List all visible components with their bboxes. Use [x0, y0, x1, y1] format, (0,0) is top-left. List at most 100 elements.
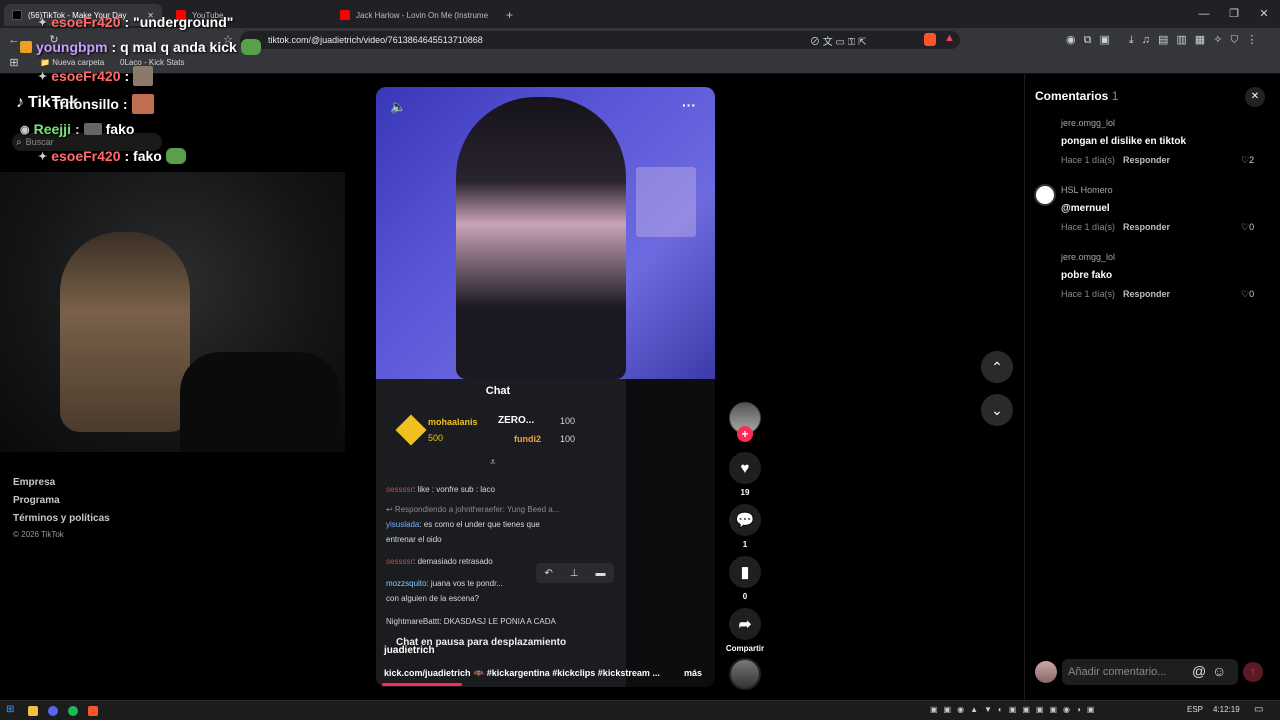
footer-link-programa[interactable]: Programa — [13, 495, 60, 506]
nt-emote-icon — [83, 123, 102, 135]
streamer-webcam — [0, 172, 345, 452]
comments-title: Comentarios 1 — [1035, 89, 1118, 103]
spotify-icon[interactable] — [68, 706, 78, 716]
extensions-toolbar[interactable]: ◉⧉▣ ⤓♫▤▥▦✧⛉⋮ — [1066, 33, 1265, 47]
footer-link-terminos[interactable]: Términos y políticas — [13, 513, 110, 524]
apps-grid-icon[interactable]: ⊞ — [6, 55, 22, 71]
kick-chat-message: sessssr: like : vonfre sub : laco — [386, 485, 495, 494]
comment-like-button[interactable]: ♡0 — [1241, 289, 1254, 300]
start-icon[interactable]: ⊞ — [6, 704, 14, 715]
comment-text: pobre fako — [1061, 270, 1113, 281]
embedded-kick-chat-area: Chat mohaalanis 500 ZERO... 100 fundi2 1… — [376, 379, 715, 687]
address-bar[interactable]: tiktok.com/@juadietrich/video/7613864645… — [240, 31, 960, 49]
file-explorer-icon[interactable] — [28, 706, 38, 716]
tiktok-favicon-icon — [12, 10, 22, 20]
avatar — [1035, 661, 1057, 683]
progress-bar-fill[interactable] — [382, 683, 462, 686]
mod-icon: ✦ — [38, 16, 48, 29]
music-disc-icon — [729, 658, 761, 690]
share-label: Compartir — [725, 644, 765, 653]
like-button[interactable]: ♥ 19 — [729, 452, 761, 497]
system-tray-icons[interactable]: ▣▣◉▲▼◐▣▣▣▣◉◑▣ — [930, 705, 1100, 714]
music-disc-button[interactable] — [729, 658, 761, 690]
reply-button[interactable]: Responder — [1123, 155, 1170, 165]
overlay-username: esoeFr420 — [51, 68, 121, 84]
overlay-message: : fako — [124, 148, 162, 164]
overlay-message: fako — [105, 121, 135, 137]
overlay-chat-line: youngbpm : q mal q anda kick — [20, 39, 261, 55]
volume-icon[interactable]: 🔈 — [390, 99, 406, 115]
comment-username[interactable]: jere.omgg_lol — [1061, 118, 1115, 128]
discord-icon[interactable] — [48, 706, 58, 716]
close-window-icon[interactable]: ✕ — [1256, 6, 1272, 22]
kick-chat-message: mozzsquito: juana vos te pondr... — [386, 579, 503, 588]
comment-username[interactable]: jere.omgg_lol — [1061, 252, 1115, 262]
tab-label: Jack Harlow - Lovin On Me (Instrume — [356, 10, 489, 20]
tiktok-note-icon: ♪ — [16, 94, 24, 111]
author-avatar-button[interactable]: + — [729, 402, 761, 442]
mention-icon[interactable]: @ — [1192, 663, 1206, 679]
close-icon[interactable]: ✕ — [1245, 87, 1265, 107]
new-tab-button[interactable]: + — [498, 4, 518, 26]
comment-meta: Hace 1 día(s) Responder — [1061, 222, 1171, 232]
comment-like-button[interactable]: ♡0 — [1241, 222, 1254, 233]
next-video-button[interactable]: ⌄ — [981, 394, 1013, 426]
more-caption-link[interactable]: más — [684, 668, 702, 678]
video-author[interactable]: juadietrich — [384, 645, 435, 656]
previous-video-button[interactable]: ⌃ — [981, 351, 1013, 383]
avatar[interactable] — [1034, 184, 1056, 206]
language-indicator[interactable]: ESP — [1187, 705, 1203, 714]
url-text: tiktok.com/@juadietrich/video/7613864645… — [268, 35, 483, 45]
follow-plus-icon[interactable]: + — [737, 426, 753, 442]
pepe-emote-icon — [240, 39, 261, 55]
delete-icon[interactable]: ▬ — [595, 568, 605, 579]
comment-count: 1 — [742, 540, 748, 549]
reply-button[interactable]: Responder — [1123, 289, 1170, 299]
collapse-icon[interactable]: ⩡ — [490, 457, 496, 468]
kick-chat-message: yisuslada: es como el under que tienes q… — [386, 520, 540, 529]
video-player[interactable]: 🔈 ··· Chat mohaalanis 500 ZERO... 100 fu… — [376, 87, 715, 687]
restore-icon[interactable]: ❐ — [1226, 6, 1242, 22]
video-person — [456, 97, 626, 379]
comment-icon: 💬 — [729, 504, 761, 536]
minimize-icon[interactable]: — — [1196, 6, 1212, 22]
post-comment-button[interactable]: ↑ — [1243, 662, 1263, 682]
search-input[interactable]: Buscar — [26, 137, 54, 147]
share-button[interactable]: ➦ Compartir — [723, 608, 767, 653]
brave-icon[interactable] — [88, 706, 98, 716]
leader-points: 500 — [428, 433, 444, 443]
reply-button[interactable]: Responder — [1123, 222, 1170, 232]
brave-shield-icon[interactable] — [924, 33, 936, 46]
youtube-favicon-icon — [340, 10, 350, 20]
footer-link-empresa[interactable]: Empresa — [13, 477, 55, 488]
more-options-icon[interactable]: ··· — [682, 97, 696, 113]
save-button[interactable]: ▮ 0 — [729, 556, 761, 601]
message-actions[interactable]: ↶ ⊥ ▬ — [536, 563, 614, 583]
tab-jack-harlow[interactable]: Jack Harlow - Lovin On Me (Instrume — [332, 4, 498, 26]
pin-icon[interactable]: ⊥ — [570, 568, 579, 579]
overlay-username: esoeFr420 — [51, 148, 121, 164]
chevron-down-icon: ⌄ — [991, 401, 1003, 418]
leader-points: 100 — [560, 434, 576, 444]
poster-image — [636, 167, 696, 237]
comment-text: @mernuel — [1061, 203, 1110, 214]
notifications-icon[interactable]: ▭ — [1254, 704, 1263, 715]
comment-like-button[interactable]: ♡2 — [1241, 155, 1254, 166]
comment-input[interactable]: Añadir comentario... @ ☺ — [1062, 659, 1238, 685]
emoji-icon[interactable]: ☺ — [1212, 663, 1226, 679]
overlay-chat-line: ◉ Reejji : fako — [20, 121, 135, 137]
overlay-chat-line: Tritonsillo : — [52, 94, 154, 114]
brave-rewards-icon[interactable]: ▲ — [944, 32, 955, 44]
clock[interactable]: 4:12:19 — [1213, 705, 1240, 714]
comments-panel: Comentarios 1 ✕ — [1024, 74, 1280, 700]
comment-username[interactable]: HSL Homero — [1061, 185, 1113, 195]
kick-chat-message: sessssr: demasiado retrasado — [386, 557, 493, 566]
overlay-username: esoeFr420 — [51, 14, 121, 30]
windows-taskbar: ⊞ ▣▣◉▲▼◐▣▣▣▣◉◑▣ ESP 4:12:19 ▭ — [0, 700, 1280, 720]
save-count: 0 — [742, 592, 748, 601]
comment-button[interactable]: 💬 1 — [729, 504, 761, 549]
comment-text: pongan el dislike en tiktok — [1061, 136, 1187, 147]
page-actions-icons[interactable]: ⊘ 文 ▭ ⚿ ⇱ — [810, 33, 867, 48]
comment-placeholder: Añadir comentario... — [1068, 666, 1167, 678]
reply-icon[interactable]: ↶ — [544, 568, 552, 579]
